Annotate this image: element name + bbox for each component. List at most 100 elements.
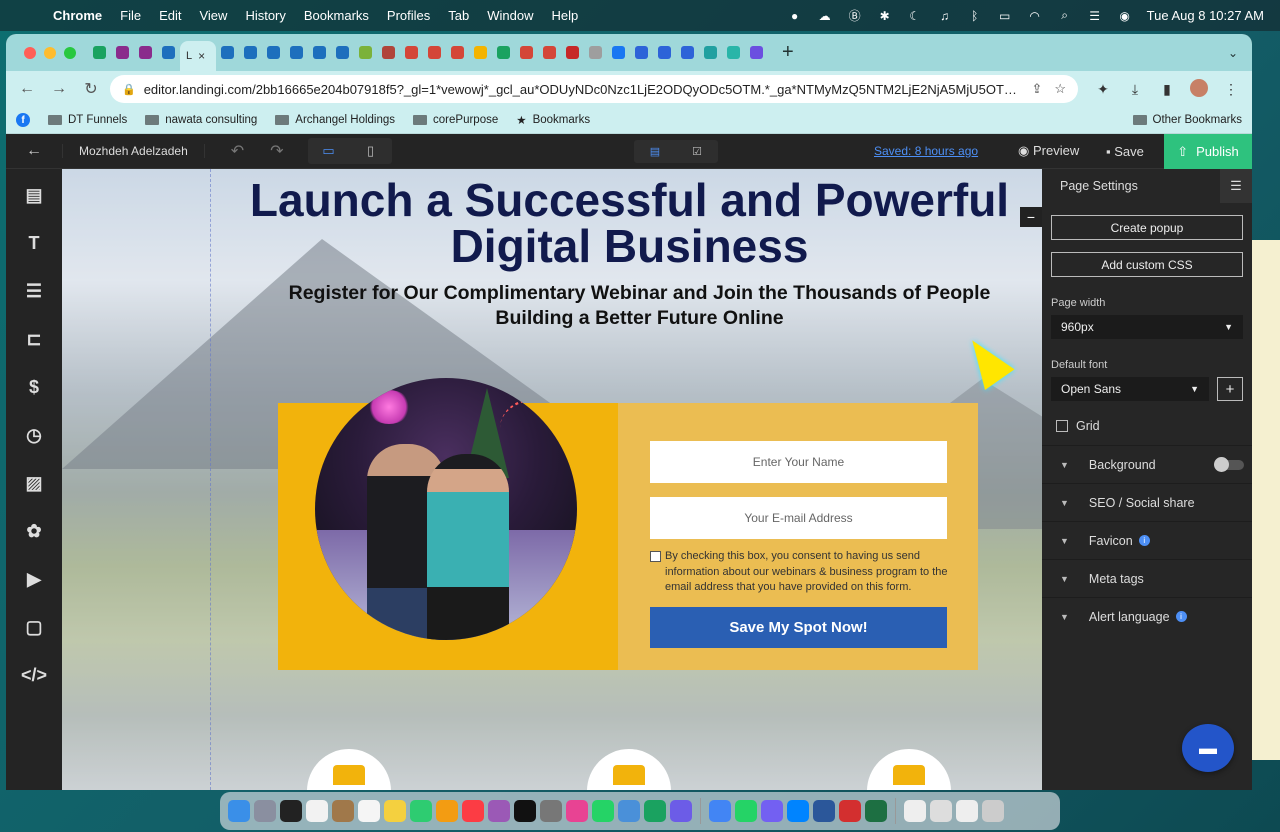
battery-icon[interactable]: ▭	[997, 8, 1013, 24]
bookmark-folder[interactable]: nawata consulting	[145, 114, 257, 126]
creativit-icon[interactable]	[566, 800, 588, 822]
screenshot-icon[interactable]	[930, 800, 952, 822]
calendar-icon[interactable]	[306, 800, 328, 822]
icon-widget-icon[interactable]: ✿	[22, 519, 46, 543]
podcasts-icon[interactable]	[488, 800, 510, 822]
menu-tab[interactable]: Tab	[439, 8, 478, 23]
close-window-button[interactable]	[24, 46, 36, 59]
video-widget-icon[interactable]: ▶	[22, 567, 46, 591]
menu-window[interactable]: Window	[478, 8, 542, 23]
document-icon[interactable]	[956, 800, 978, 822]
forward-icon[interactable]: →	[46, 80, 72, 98]
form-mode-icon[interactable]: ☑	[676, 140, 718, 163]
add-custom-css-button[interactable]: Add custom CSS	[1051, 252, 1243, 277]
word-icon[interactable]	[813, 800, 835, 822]
default-font-select[interactable]: Open Sans ▼	[1051, 377, 1209, 401]
viber-icon[interactable]	[761, 800, 783, 822]
facetime-icon[interactable]	[410, 800, 432, 822]
info-icon[interactable]: i	[1138, 535, 1150, 546]
close-tab-icon[interactable]: ×	[198, 49, 205, 63]
tab[interactable]	[469, 39, 492, 67]
minimize-window-button[interactable]	[44, 46, 56, 59]
background-toggle[interactable]	[1214, 456, 1244, 472]
tab[interactable]	[423, 39, 446, 67]
shape-widget-icon[interactable]: ▢	[22, 615, 46, 639]
tab[interactable]	[492, 39, 515, 67]
music-icon[interactable]	[462, 800, 484, 822]
tab[interactable]	[331, 39, 354, 67]
text-widget-icon[interactable]: T	[22, 231, 46, 255]
profile-avatar[interactable]	[1186, 78, 1212, 100]
record-icon[interactable]: ●	[787, 8, 803, 24]
control-center-icon[interactable]: ☰	[1087, 8, 1103, 24]
saved-status-link[interactable]: Saved: 8 hours ago	[874, 144, 978, 158]
menu-help[interactable]: Help	[543, 8, 588, 23]
sidepanel-icon[interactable]: ▮	[1154, 81, 1180, 98]
menu-history[interactable]: History	[236, 8, 294, 23]
add-font-button[interactable]: +	[1217, 377, 1243, 401]
tab[interactable]	[561, 39, 584, 67]
siri-icon[interactable]: ◉	[1117, 8, 1133, 24]
accordion-alert-language[interactable]: ▼ Alert language i	[1042, 597, 1252, 635]
back-icon[interactable]: ←	[14, 80, 40, 98]
lock-icon[interactable]: 🔒	[122, 83, 136, 96]
tab[interactable]	[308, 39, 331, 67]
accordion-meta-tags[interactable]: ▼ Meta tags	[1042, 559, 1252, 597]
bookmark-folder[interactable]: DT Funnels	[48, 114, 127, 126]
tab[interactable]	[285, 39, 308, 67]
download-icon[interactable]: ⤓	[1122, 81, 1148, 98]
contacts-icon[interactable]	[332, 800, 354, 822]
mobile-view-icon[interactable]: ▯	[350, 138, 392, 164]
menu-file[interactable]: File	[111, 8, 150, 23]
couple-photo[interactable]	[315, 378, 577, 640]
page-canvas[interactable]: Launch a Successful and Powerful Digital…	[62, 169, 1042, 790]
tab[interactable]	[607, 39, 630, 67]
sheets-icon[interactable]	[644, 800, 666, 822]
tab[interactable]	[239, 39, 262, 67]
chrome-icon[interactable]	[709, 800, 731, 822]
back-arrow-icon[interactable]: ←	[6, 142, 62, 160]
save-button[interactable]: ▪ Save	[1106, 144, 1144, 159]
menu-bookmarks[interactable]: Bookmarks	[295, 8, 378, 23]
notes-icon[interactable]	[358, 800, 380, 822]
desktop-view-icon[interactable]: ▭	[308, 138, 350, 164]
accordion-seo-social[interactable]: ▼ SEO / Social share	[1042, 483, 1252, 521]
tab[interactable]	[745, 39, 768, 67]
publish-button[interactable]: ⇧ Publish	[1164, 134, 1252, 169]
tab[interactable]	[630, 39, 653, 67]
moon-icon[interactable]: ☾	[907, 8, 923, 24]
tab[interactable]	[584, 39, 607, 67]
menu-clock[interactable]: Tue Aug 8 10:27 AM	[1147, 8, 1264, 23]
acrobat-icon[interactable]	[839, 800, 861, 822]
url-text[interactable]: editor.landingi.com/2bb16665e204b07918f5…	[144, 82, 1020, 97]
other-bookmarks[interactable]: Other Bookmarks	[1132, 114, 1242, 126]
tab[interactable]	[446, 39, 469, 67]
bookmark-star-icon[interactable]: ☆	[1054, 81, 1066, 97]
preview-button[interactable]: ◉ Preview	[1018, 143, 1079, 159]
address-bar[interactable]: 🔒 editor.landingi.com/2bb16665e204b07918…	[110, 75, 1078, 103]
system-settings-icon[interactable]	[540, 800, 562, 822]
info-icon[interactable]: i	[1175, 611, 1187, 622]
tab[interactable]	[134, 39, 157, 67]
finder-icon[interactable]	[228, 800, 250, 822]
create-popup-button[interactable]: Create popup	[1051, 215, 1243, 240]
trash-icon[interactable]	[982, 800, 1004, 822]
tab[interactable]	[676, 39, 699, 67]
mission-control-icon[interactable]	[280, 800, 302, 822]
reload-icon[interactable]: ↻	[78, 79, 104, 99]
chrome-menu-icon[interactable]: ⋮	[1218, 81, 1244, 98]
page-headline[interactable]: Launch a Successful and Powerful Digital…	[222, 177, 1037, 269]
wifi-icon[interactable]: ◠	[1027, 8, 1043, 24]
menu-profiles[interactable]: Profiles	[378, 8, 439, 23]
box-widget-icon[interactable]: ☰	[22, 279, 46, 303]
tab[interactable]	[538, 39, 561, 67]
grid-toggle-row[interactable]: Grid	[1056, 419, 1238, 433]
extensions-icon[interactable]: ✦	[1090, 81, 1116, 98]
tab-search-icon[interactable]: ⌄	[1228, 46, 1238, 60]
gear-icon[interactable]: ✱	[877, 8, 893, 24]
save-my-spot-button[interactable]: Save My Spot Now!	[650, 607, 947, 648]
layers-icon[interactable]: ☰	[1220, 169, 1252, 203]
collapse-panel-icon[interactable]: −	[1020, 207, 1042, 227]
bookmark-folder[interactable]: corePurpose	[413, 114, 498, 126]
code-widget-icon[interactable]: </>	[21, 663, 47, 687]
